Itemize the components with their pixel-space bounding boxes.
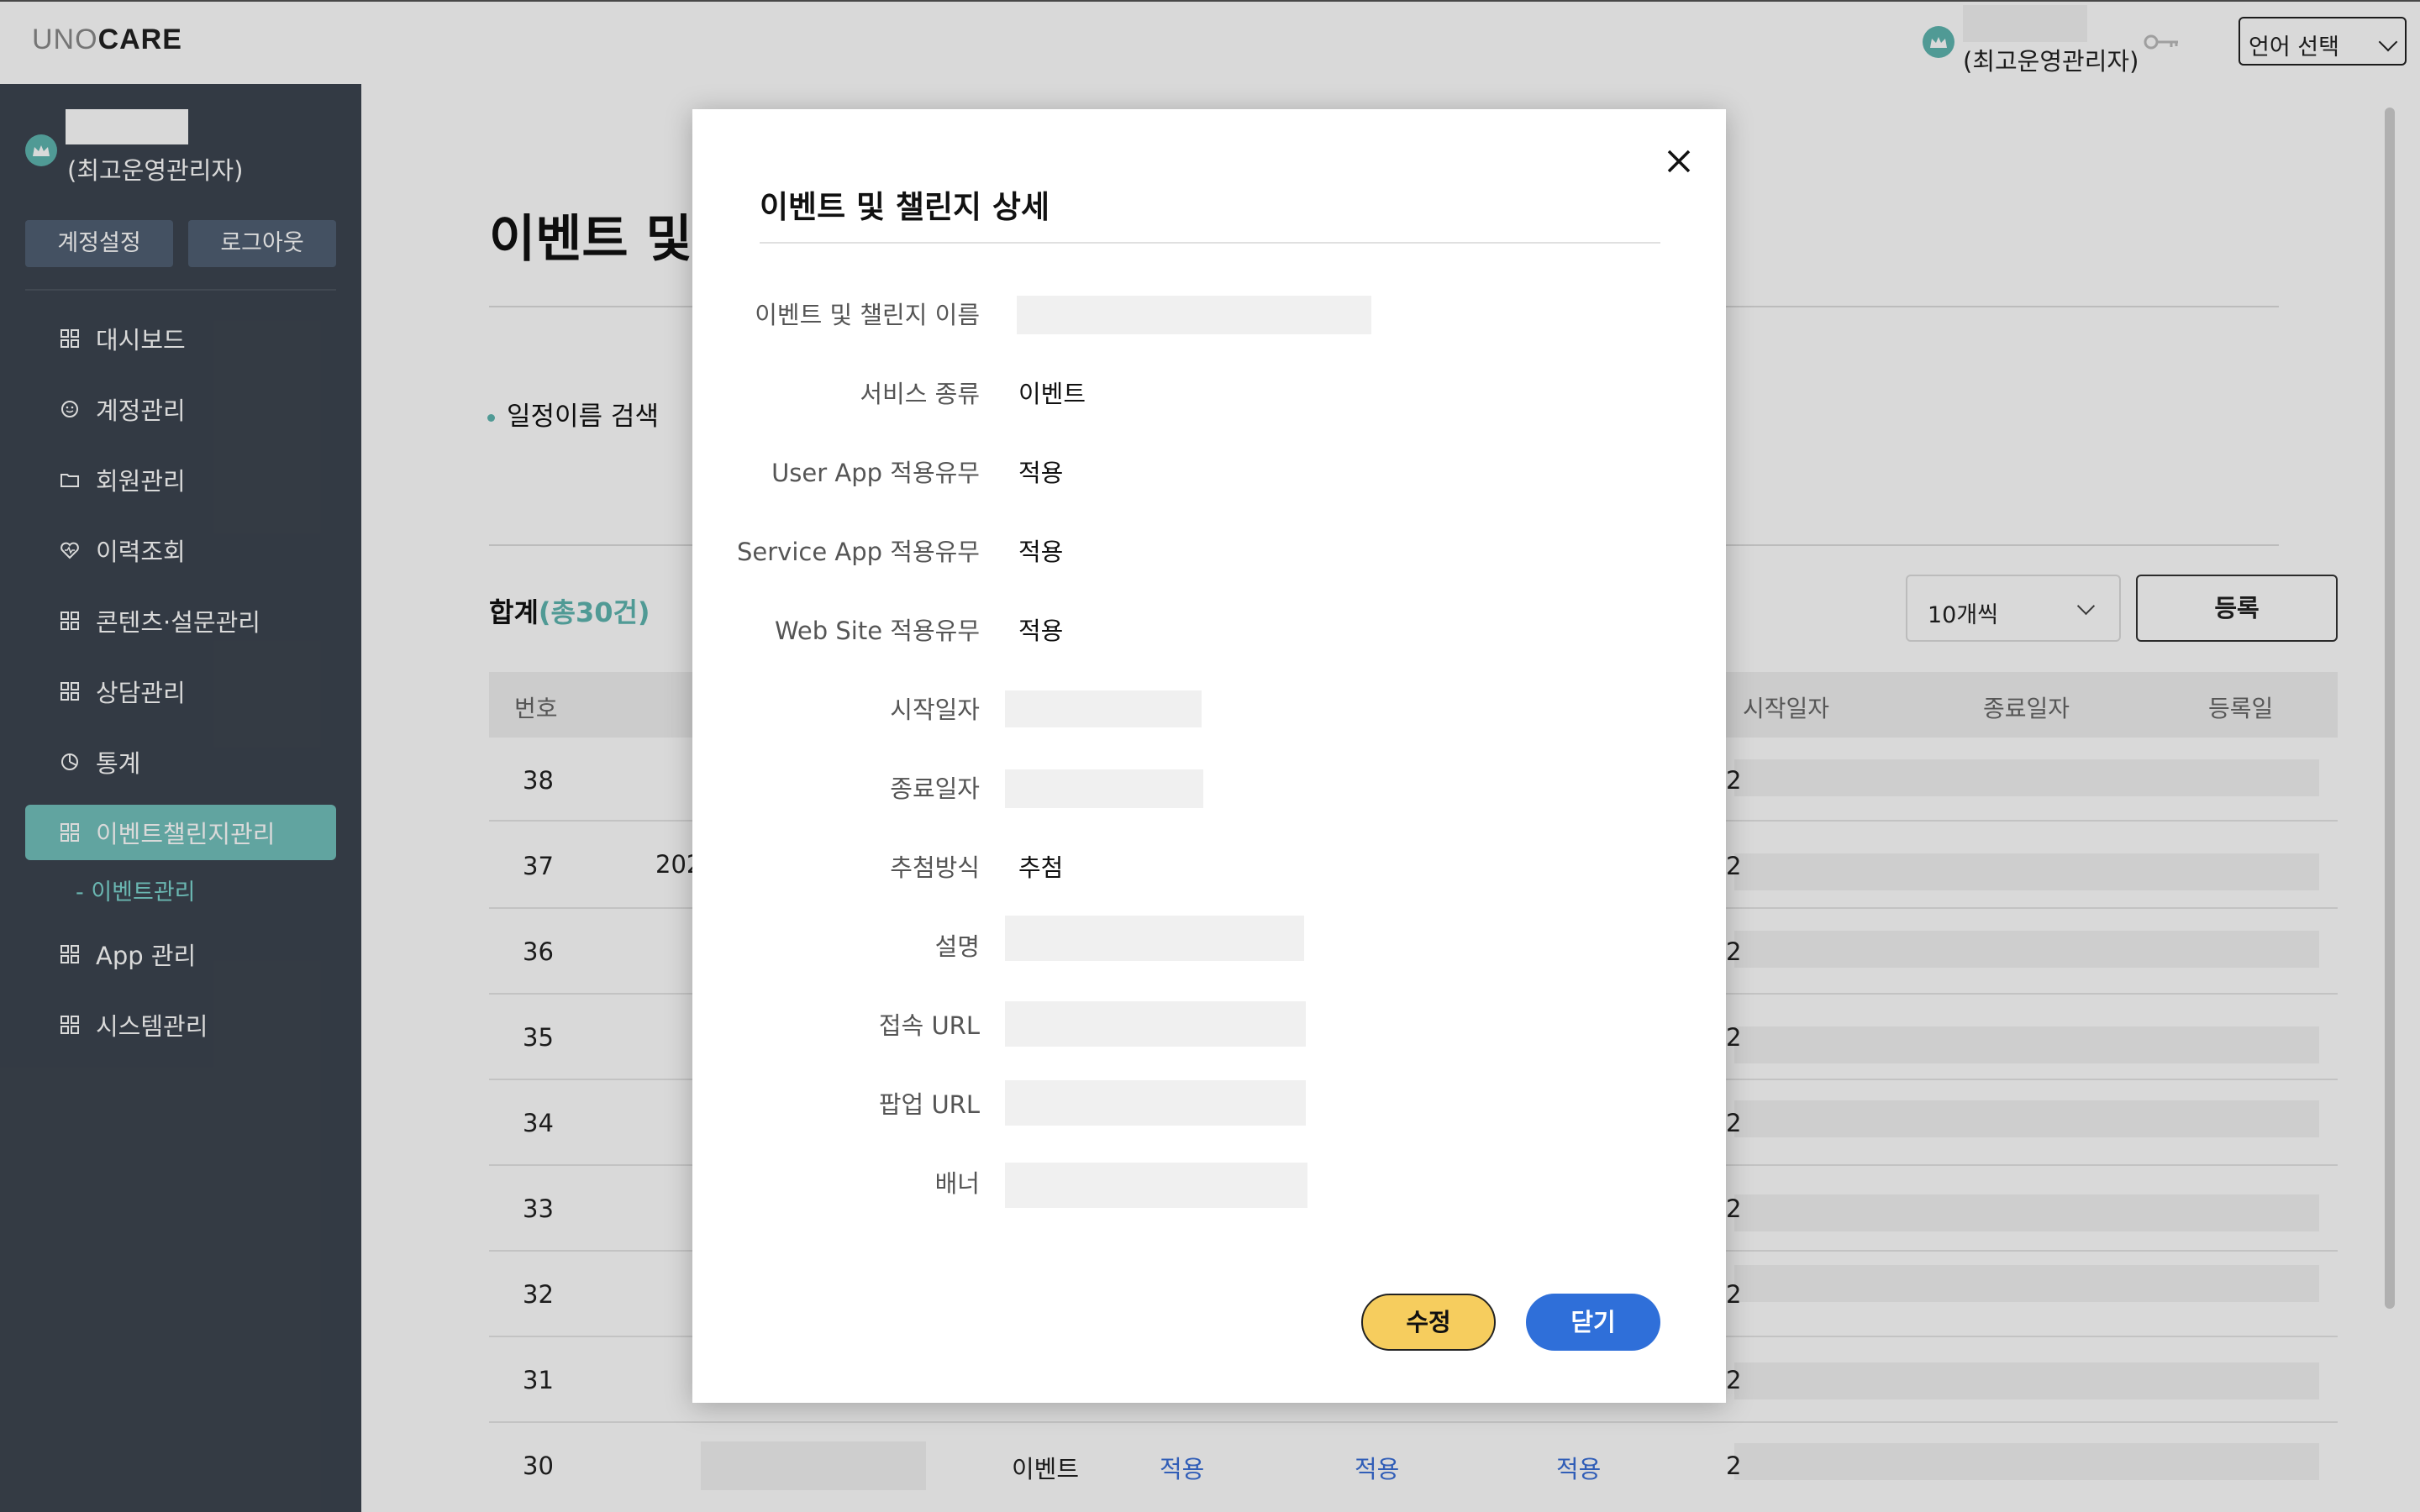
modal-title: 이벤트 및 챌린지 상세 — [760, 189, 1050, 225]
draw-method-label: 추첨방식 — [890, 853, 980, 882]
service-app-value: 적용 — [1018, 538, 1064, 566]
description-label: 설명 — [934, 932, 980, 961]
service-type-label: 서비스 종류 — [860, 380, 980, 408]
end-date-label: 종료일자 — [890, 774, 980, 803]
start-date-label: 시작일자 — [890, 696, 980, 724]
web-site-label: Web Site 적용유무 — [774, 617, 980, 645]
close-button[interactable]: 닫기 — [1526, 1294, 1660, 1351]
end-date-field-redacted — [1005, 769, 1203, 808]
access-url-field-redacted — [1005, 1001, 1306, 1047]
description-field-redacted — [1005, 916, 1304, 961]
name-field-redacted — [1017, 296, 1371, 334]
popup-url-field-redacted — [1005, 1080, 1306, 1126]
access-url-label: 접속 URL — [878, 1011, 980, 1040]
user-app-value: 적용 — [1018, 459, 1064, 487]
edit-button[interactable]: 수정 — [1361, 1294, 1496, 1351]
close-icon[interactable] — [1662, 144, 1696, 178]
start-date-field-redacted — [1005, 690, 1202, 727]
banner-field-redacted — [1005, 1163, 1307, 1208]
service-type-value: 이벤트 — [1018, 380, 1086, 408]
banner-label: 배너 — [934, 1169, 980, 1198]
user-app-label: User App 적용유무 — [771, 459, 980, 487]
popup-url-label: 팝업 URL — [878, 1090, 980, 1119]
service-app-label: Service App 적용유무 — [737, 538, 980, 566]
web-site-value: 적용 — [1018, 617, 1064, 645]
draw-method-value: 추첨 — [1018, 853, 1064, 882]
name-label: 이벤트 및 챌린지 이름 — [755, 301, 980, 329]
modal-divider — [760, 242, 1660, 244]
